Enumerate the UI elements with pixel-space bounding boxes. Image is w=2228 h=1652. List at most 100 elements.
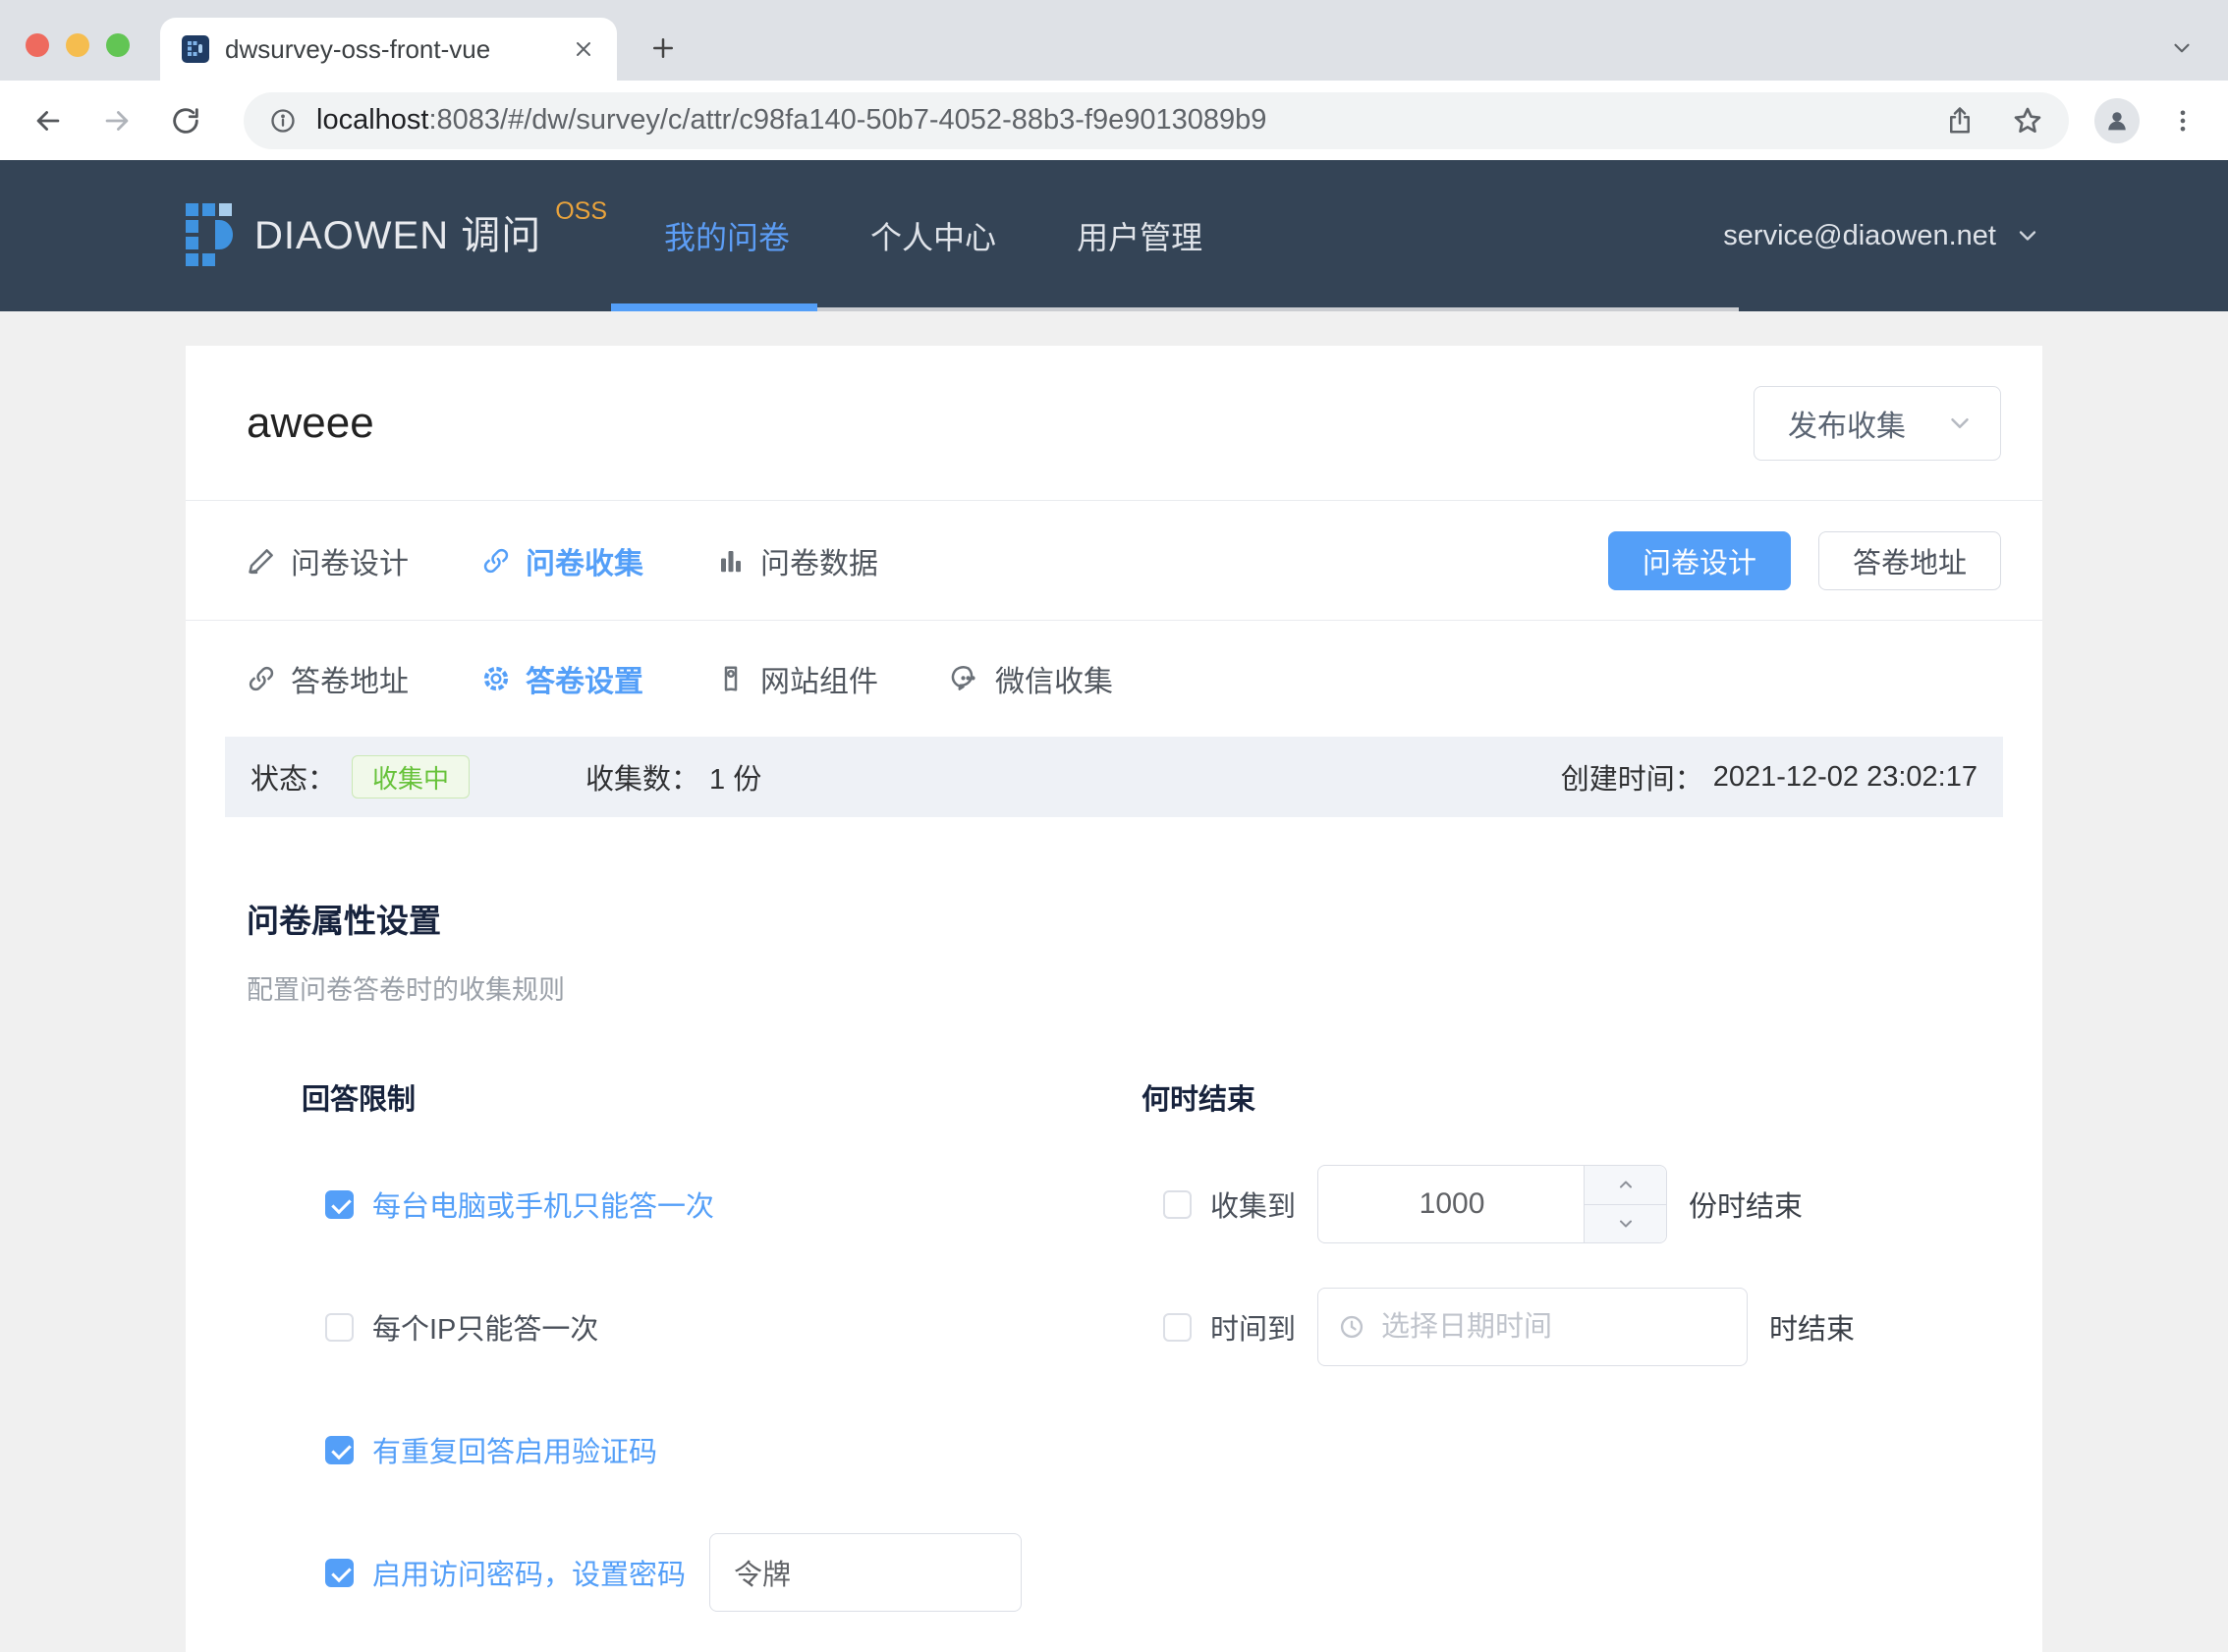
checkbox-access-password[interactable] [325, 1559, 354, 1587]
checkbox-end-by-count[interactable] [1163, 1190, 1192, 1219]
nav-item-profile-center[interactable]: 个人中心 [870, 213, 996, 258]
checkbox-label[interactable]: 每个IP只能答一次 [372, 1306, 598, 1348]
tab-label: 问卷数据 [760, 539, 878, 582]
reload-icon[interactable] [169, 104, 202, 138]
attributes-section-desc: 配置问卷答卷时的收集规则 [247, 972, 1981, 1008]
close-window-button[interactable] [26, 33, 49, 57]
status-label: 状态： [251, 756, 336, 798]
share-icon[interactable] [1945, 106, 1975, 136]
spinner-decrease-button[interactable] [1585, 1205, 1666, 1243]
maximize-window-button[interactable] [106, 33, 130, 57]
attributes-form: 回答限制 每台电脑或手机只能答一次 每个IP只能答一次 有重复回答启用验证码 启… [186, 1080, 2042, 1652]
end-by-count-label[interactable]: 收集到 [1210, 1184, 1296, 1225]
site-info-icon[interactable] [269, 107, 297, 135]
datetime-picker[interactable] [1317, 1288, 1748, 1366]
limit-option-row: 每台电脑或手机只能答一次 [302, 1165, 1142, 1243]
tab-label: 问卷设计 [291, 539, 409, 582]
user-email: service@diaowen.net [1723, 220, 1996, 252]
chat-dots-icon [951, 664, 980, 693]
chevron-down-icon [1616, 1214, 1636, 1234]
app-logo[interactable]: DIAOWEN 调问 OSS [186, 203, 607, 268]
back-icon[interactable] [31, 104, 65, 138]
brand-name: DIAOWEN 调问 [254, 203, 541, 268]
tag-icon [716, 664, 746, 693]
count-value-input[interactable] [1318, 1166, 1586, 1242]
window-controls [26, 33, 130, 57]
tab-label: 微信收集 [995, 657, 1113, 700]
subtab-answer-url[interactable]: 答卷地址 [247, 657, 409, 700]
survey-title: aweee [247, 399, 374, 448]
end-by-count-row: 收集到 份时结束 [1142, 1165, 1981, 1243]
tab-label: 答卷设置 [526, 657, 643, 700]
subtab-site-widget[interactable]: 网站组件 [716, 657, 878, 700]
tab-label: 答卷地址 [291, 657, 409, 700]
gear-icon [481, 664, 511, 693]
browser-toolbar: localhost:8083/#/dw/survey/c/attr/c98fa1… [0, 81, 2228, 160]
checkbox-label[interactable]: 每台电脑或手机只能答一次 [372, 1184, 714, 1225]
link-icon [481, 546, 511, 576]
browser-profile-avatar[interactable] [2094, 98, 2140, 143]
survey-design-button[interactable]: 问卷设计 [1608, 531, 1791, 590]
created-time-label: 创建时间： [1561, 756, 1703, 798]
answer-limit-title: 回答限制 [302, 1080, 1142, 1120]
chevron-up-icon [1616, 1175, 1636, 1194]
answer-limit-column: 回答限制 每台电脑或手机只能答一次 每个IP只能答一次 有重复回答启用验证码 启… [247, 1080, 1142, 1652]
user-menu[interactable]: service@diaowen.net [1723, 220, 2041, 252]
end-by-time-label[interactable]: 时间到 [1210, 1306, 1296, 1348]
bookmark-star-icon[interactable] [2012, 105, 2043, 137]
link-icon [247, 664, 276, 693]
checkbox-label[interactable]: 有重复回答启用验证码 [372, 1429, 657, 1470]
browser-tab[interactable]: dwsurvey-oss-front-vue [160, 18, 617, 81]
active-menu-underline [611, 303, 817, 311]
datetime-input[interactable] [1381, 1311, 1752, 1344]
tab-survey-design[interactable]: 问卷设计 [247, 539, 409, 582]
forward-icon[interactable] [100, 104, 134, 138]
tab-label: 网站组件 [760, 657, 878, 700]
spinner-increase-button[interactable] [1585, 1166, 1666, 1205]
checkbox-one-per-ip[interactable] [325, 1313, 354, 1342]
edit-icon [247, 546, 276, 576]
survey-status-bar: 状态： 收集中 收集数： 1 份 创建时间： 2021-12-02 23:02:… [225, 737, 2003, 817]
app-navbar: DIAOWEN 调问 OSS 我的问卷 个人中心 用户管理 service@di… [0, 160, 2228, 311]
created-time-value: 2021-12-02 23:02:17 [1713, 761, 1977, 794]
favicon [182, 35, 209, 63]
minimize-window-button[interactable] [66, 33, 89, 57]
number-spinner [1584, 1166, 1666, 1242]
checkbox-label[interactable]: 启用访问密码，设置密码 [372, 1552, 686, 1593]
checkbox-end-by-time[interactable] [1163, 1313, 1192, 1342]
limit-option-row: 有重复回答启用验证码 [302, 1410, 1142, 1489]
publish-collect-select[interactable]: 发布收集 [1754, 386, 2001, 461]
checkbox-captcha-on-repeat[interactable] [325, 1436, 354, 1464]
url-path: :8083/#/dw/survey/c/attr/c98fa140-50b7-4… [428, 104, 1266, 136]
access-password-input[interactable] [709, 1533, 1022, 1612]
brand-oss-badge: OSS [555, 197, 607, 226]
tab-list-chevron-icon[interactable] [2169, 35, 2195, 61]
bar-chart-icon [716, 546, 746, 576]
end-by-count-suffix: 份时结束 [1689, 1184, 1803, 1225]
new-tab-icon[interactable] [648, 33, 678, 63]
browser-menu-icon[interactable] [2169, 107, 2197, 135]
end-by-time-row: 时间到 时结束 [1142, 1288, 1981, 1366]
address-bar[interactable]: localhost:8083/#/dw/survey/c/attr/c98fa1… [244, 92, 2069, 149]
answer-url-button[interactable]: 答卷地址 [1818, 531, 2001, 590]
survey-card: aweee 发布收集 问卷设计 问卷收集 问卷数据 问卷设计 答卷地址 答卷地址… [186, 346, 2042, 1652]
collect-count-value: 1 份 [709, 756, 761, 798]
chevron-down-icon [2014, 222, 2041, 249]
tab-title: dwsurvey-oss-front-vue [225, 34, 572, 65]
end-by-time-suffix: 时结束 [1769, 1306, 1855, 1348]
main-tabs-row: 问卷设计 问卷收集 问卷数据 问卷设计 答卷地址 [186, 501, 2042, 621]
tab-label: 问卷收集 [526, 539, 643, 582]
tab-survey-collect[interactable]: 问卷收集 [481, 539, 643, 582]
close-tab-icon[interactable] [572, 37, 595, 61]
browser-tabstrip: dwsurvey-oss-front-vue [0, 0, 2228, 81]
attributes-section-title: 问卷属性设置 [247, 900, 1981, 943]
nav-item-my-surveys[interactable]: 我的问卷 [664, 213, 790, 258]
nav-item-user-management[interactable]: 用户管理 [1077, 213, 1202, 258]
checkbox-one-per-device[interactable] [325, 1190, 354, 1219]
url-host: localhost [316, 104, 428, 136]
subtab-answer-settings[interactable]: 答卷设置 [481, 657, 643, 700]
subtab-wechat-collect[interactable]: 微信收集 [951, 657, 1113, 700]
end-rules-title: 何时结束 [1142, 1080, 1981, 1120]
tab-survey-data[interactable]: 问卷数据 [716, 539, 878, 582]
url-text[interactable]: localhost:8083/#/dw/survey/c/attr/c98fa1… [316, 104, 1908, 137]
